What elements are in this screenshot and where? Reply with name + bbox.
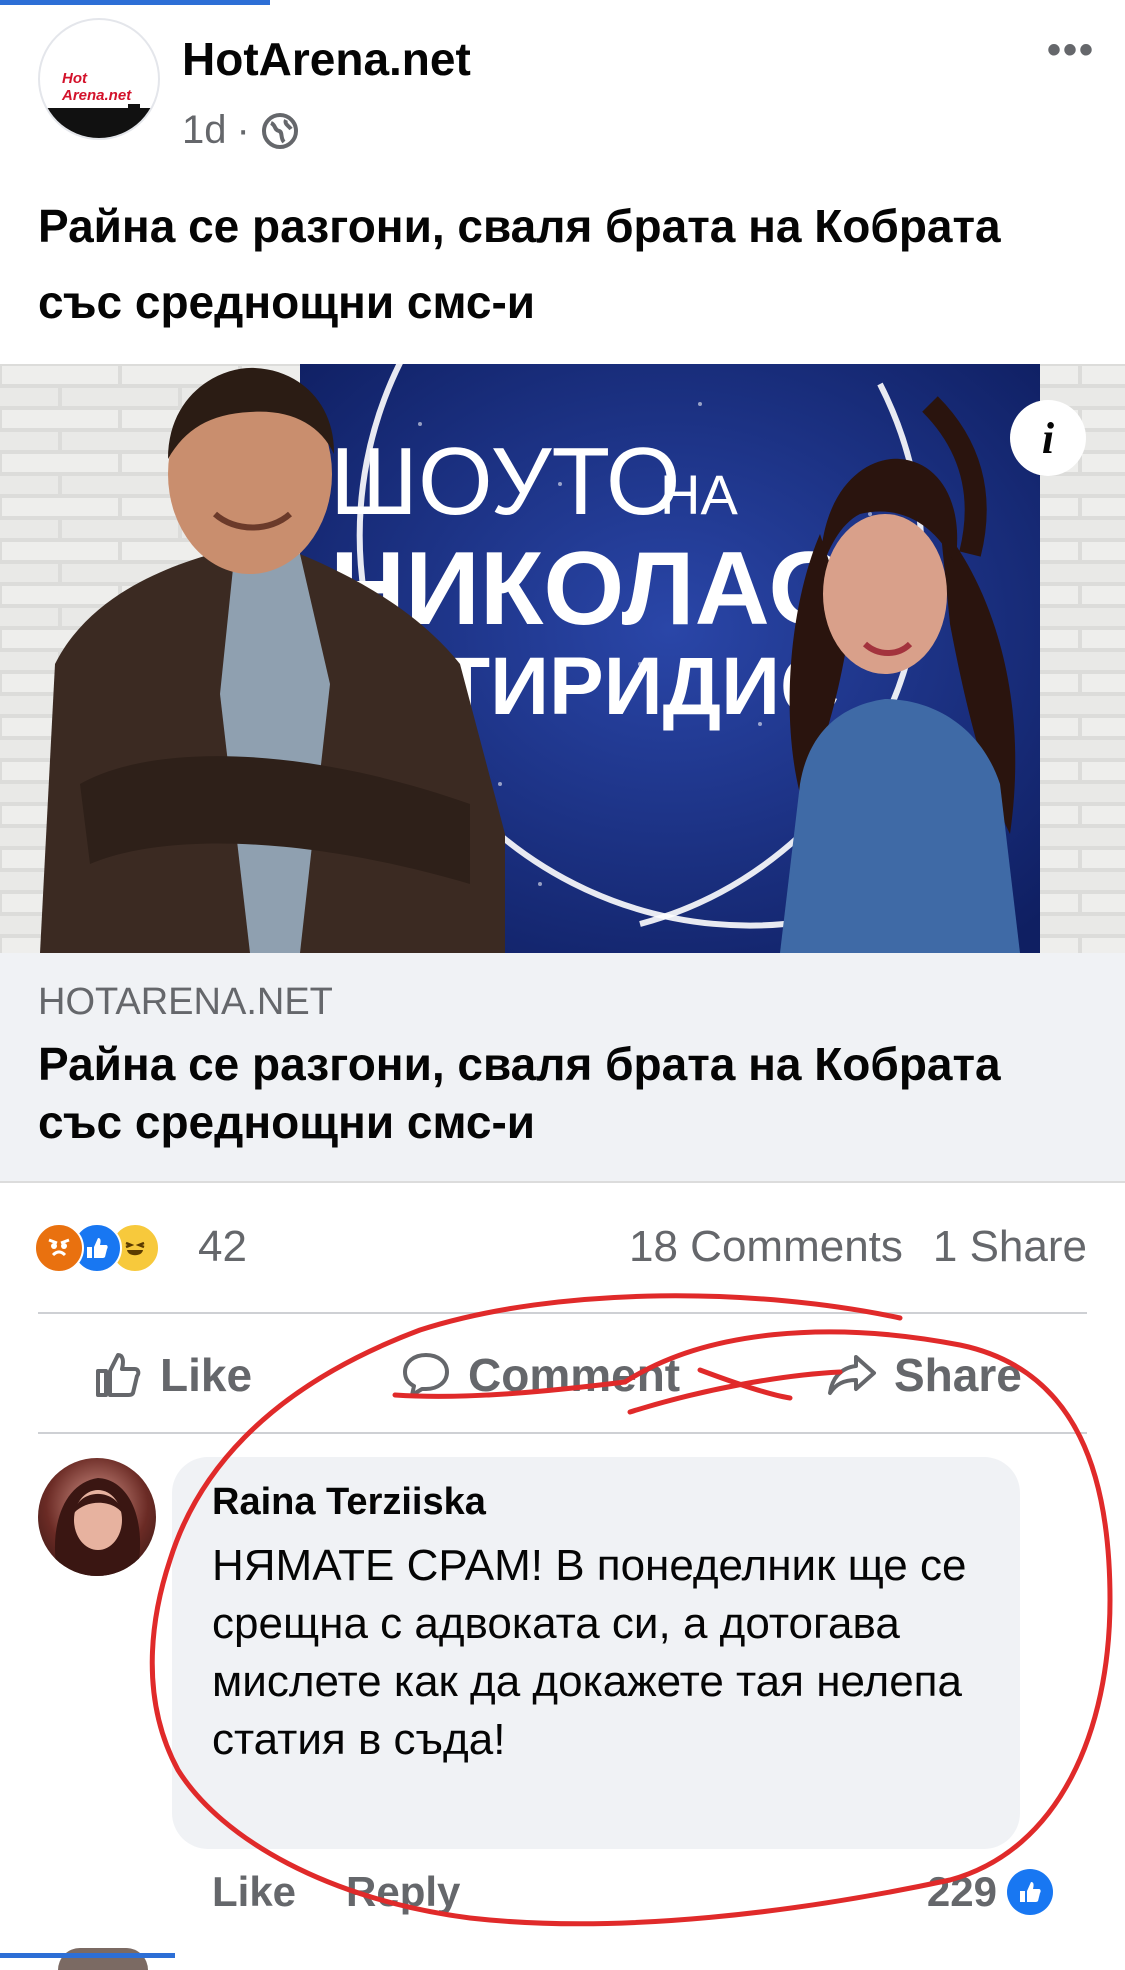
globe-icon [261,112,298,149]
comment-icon [403,1353,449,1397]
next-comment-avatar[interactable] [58,1948,148,1970]
show-sign-na: НА [660,463,738,526]
share-button[interactable]: Share [826,1348,1022,1402]
shares-count[interactable]: 1 Share [933,1222,1087,1272]
page-logo-text: Hot Arena.net [62,70,132,104]
meta-separator: · [236,108,250,152]
link-preview[interactable]: HOTARENA.NET Райна се разгони, сваля бра… [0,953,1125,1183]
comment-bubble: Raina Terziiska НЯМАТЕ СРАМ! В понеделни… [172,1457,1020,1849]
info-icon[interactable]: i [1010,400,1086,476]
comment-text: НЯМАТЕ СРАМ! В понеделник ще се срещна с… [212,1541,967,1764]
commenter-avatar[interactable] [38,1458,156,1576]
link-domain: HOTARENA.NET [38,981,333,1023]
reaction-summary[interactable]: 42 [34,1222,247,1273]
comment-actions: Like Reply [212,1868,460,1916]
angry-icon [34,1223,84,1273]
bottom-progress-line [0,1953,175,1958]
more-options-icon[interactable]: ••• [1047,28,1095,73]
divider-top [38,1312,1087,1314]
comment-likes[interactable]: 229 [927,1868,1053,1916]
comments-count[interactable]: 18 Comments [629,1222,903,1272]
comment-author[interactable]: Raina Terziiska [212,1481,486,1524]
comment-like-button[interactable]: Like [212,1868,296,1916]
post-stats: 18 Comments 1 Share [629,1222,1087,1272]
share-label: Share [894,1349,1022,1401]
like-button[interactable]: Like [92,1348,252,1402]
top-progress-line [0,0,270,5]
show-sign-line1: ШОУТО [330,428,681,535]
link-title: Райна се разгони, сваля брата на Кобрата… [38,1038,1001,1148]
post-meta: 1d · [182,108,300,153]
show-sign-line3: ТИРИДИС [440,641,839,732]
divider-bottom [38,1432,1087,1434]
page-name[interactable]: HotArena.net [182,32,471,86]
post-time[interactable]: 1d [182,108,227,153]
share-icon [828,1355,876,1395]
comment-like-count: 229 [926,1868,997,1915]
like-label: Like [160,1349,253,1401]
post-image-illustration: ШОУТО НА НИКОЛАО ТИРИДИС [0,364,1125,953]
reaction-count: 42 [198,1222,247,1271]
post-text: Райна се разгони, сваля брата на Кобрата… [38,200,1001,328]
page-avatar[interactable]: Hot Arena.net [38,18,160,140]
comment-reply-button[interactable]: Reply [346,1868,460,1916]
like-icon [1007,1869,1053,1915]
thumbs-up-icon [96,1353,141,1397]
reaction-icons [34,1223,184,1273]
comment-button[interactable]: Comment [400,1348,680,1402]
post-image[interactable]: ШОУТО НА НИКОЛАО ТИРИДИС [0,364,1125,953]
comment-label: Comment [468,1349,681,1401]
